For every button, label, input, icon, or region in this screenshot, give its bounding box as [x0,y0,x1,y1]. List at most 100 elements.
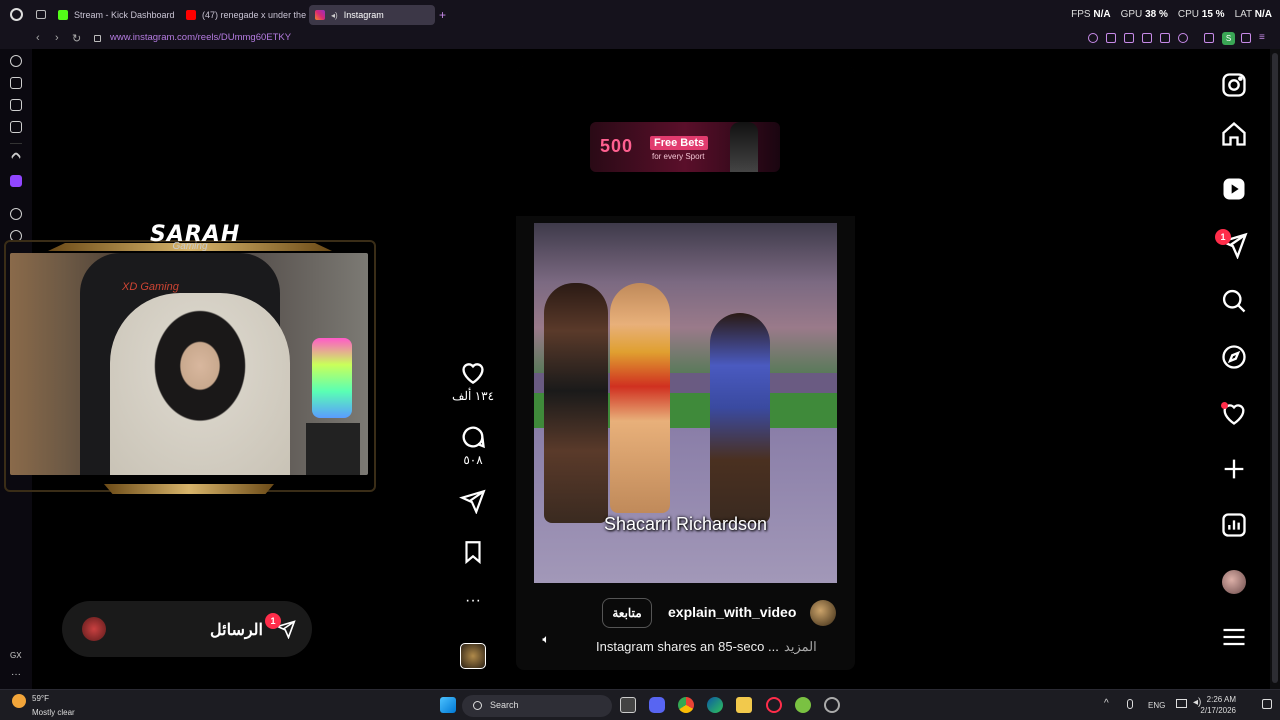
notification-center-icon[interactable] [1262,699,1272,709]
address-bar: ‹ › ↻ www.instagram.com/reels/DUmmg60ETK… [0,29,1280,49]
network-icon[interactable] [1176,699,1187,708]
gpu-value: 38 % [1145,9,1168,20]
instagram-logo-icon[interactable] [1220,71,1248,99]
snapshot-icon[interactable] [1124,33,1134,43]
search-label: Search [490,700,519,710]
twitch-icon[interactable] [10,175,22,187]
forward-button[interactable]: › [55,32,59,44]
opera-logo-icon[interactable] [10,8,23,21]
new-tab-button[interactable]: + [439,8,446,22]
notification-dot [1221,402,1228,409]
pin-icon[interactable] [1106,33,1116,43]
clock[interactable]: 2:26 AM 2/17/2026 [1200,694,1236,716]
tab-label: Instagram [343,10,384,20]
ad-number: 500 [600,136,634,156]
aria-icon[interactable] [10,55,22,67]
taskbar-search[interactable]: Search [462,695,612,717]
url-field[interactable]: www.instagram.com/reels/DUmmg60ETKY [110,32,291,43]
more-options-icon[interactable]: ··· [458,592,488,610]
chrome-icon[interactable] [678,697,694,713]
cpu-value: 15 % [1201,9,1225,20]
reel-video[interactable]: Shacarri Richardson [534,223,837,583]
weather-temp: 59°F [32,694,49,703]
date: 2/17/2026 [1200,706,1236,715]
create-icon[interactable] [1220,455,1248,483]
author-avatar[interactable] [810,600,836,626]
heart-icon[interactable] [1178,33,1188,43]
edge-icon[interactable] [707,697,723,713]
cam-person [110,293,290,475]
player-icon[interactable] [10,208,22,220]
more-icon[interactable]: ··· [11,669,21,680]
zoom-icon[interactable] [1088,33,1098,43]
page-scrollbar[interactable] [1270,49,1280,689]
settings-app-icon[interactable] [824,697,840,713]
scrollbar-thumb[interactable] [1272,53,1278,683]
xbox-icon[interactable] [795,697,811,713]
crypto-wallet-icon[interactable] [10,99,22,111]
start-button[interactable] [440,697,456,713]
ad-banner[interactable]: 500 Free Bets for every Sport [590,122,780,172]
more-link[interactable]: المزيد [784,639,817,655]
mic-icon[interactable] [1127,699,1133,709]
shield-icon[interactable] [1142,33,1152,43]
cam-mic [306,423,360,475]
reels-icon[interactable] [1220,175,1248,203]
download-icon[interactable] [1241,33,1251,43]
more-menu-icon[interactable] [1220,623,1248,651]
runner-right [710,313,770,523]
profile-s-icon[interactable]: S [1222,32,1235,45]
workspace-icon[interactable] [36,10,46,19]
ad-tag: Free Bets [650,136,709,150]
reload-button[interactable]: ↻ [72,32,81,45]
youtube-favicon-icon [186,10,196,20]
gaming-icon[interactable] [10,77,22,89]
speaker-icon[interactable]: ◂) [331,11,338,20]
follow-button[interactable]: متابعة [602,598,652,628]
gx-label[interactable]: GX [10,651,22,660]
messages-badge: 1 [265,613,281,629]
explore-icon[interactable] [1220,343,1248,371]
reel-caption: Instagram shares an 85-seco ... [596,639,779,654]
volume-icon[interactable]: 🔈︎ [536,632,556,652]
like-icon[interactable] [458,359,488,385]
menu-icon[interactable]: ≡ [1259,32,1265,43]
arc-icon[interactable] [10,151,22,163]
video-caption: Shacarri Richardson [603,514,768,534]
taskbar: 59°F Mostly clear Search ^ ENG ◂) 2:26 A… [0,689,1280,720]
explorer-icon[interactable] [736,697,752,713]
taskview-icon[interactable] [620,697,636,713]
search-icon [473,701,482,710]
author-name[interactable]: explain_with_video [668,604,796,620]
stream-logo: SARAH Gaming [150,222,239,252]
opera-gx-icon[interactable] [766,697,782,713]
runner-middle [610,283,670,513]
messages-label: الرسائل [210,622,263,639]
play-icon[interactable] [1160,33,1170,43]
save-icon[interactable] [458,539,488,565]
share-icon[interactable] [458,488,488,514]
tab-youtube[interactable]: (47) renegade x under the [180,5,306,25]
messages-nav-badge: 1 [1215,229,1231,245]
tab-kick-dashboard[interactable]: Stream - Kick Dashboard [52,5,180,25]
m-app-icon[interactable] [10,121,22,133]
kick-favicon-icon [58,10,68,20]
search-icon[interactable] [1220,287,1248,315]
home-icon[interactable] [1220,120,1248,148]
messages-button[interactable]: الرسائل 1 [62,601,312,657]
dashboard-icon[interactable] [1220,511,1248,539]
cam-rgb-light [312,338,352,418]
tab-instagram[interactable]: ◂) Instagram [309,5,435,25]
language-indicator[interactable]: ENG [1148,701,1165,710]
tab-label: Stream - Kick Dashboard [74,10,175,20]
webcam-feed: XD Gaming [10,253,368,475]
audio-thumbnail[interactable] [460,643,486,669]
discord-icon[interactable] [649,697,665,713]
tray-chevron-icon[interactable]: ^ [1104,698,1109,709]
back-button[interactable]: ‹ [36,32,40,44]
extensions-icon[interactable] [1204,33,1214,43]
tab-label: (47) renegade x under the [202,10,306,20]
profile-avatar[interactable] [1222,570,1246,594]
comment-icon[interactable] [458,423,488,451]
weather-widget[interactable]: 59°F Mostly clear [12,694,75,718]
